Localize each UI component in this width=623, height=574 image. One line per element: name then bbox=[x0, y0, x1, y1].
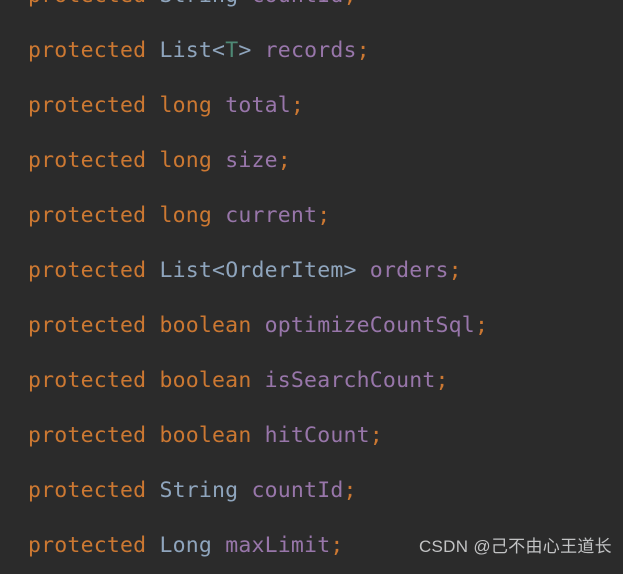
code-token-generic_param: T bbox=[225, 38, 239, 63]
code-token-keyword: protected bbox=[28, 368, 147, 393]
csdn-watermark: CSDN @己不由心王道长 bbox=[418, 537, 612, 556]
code-token-punctuation: ; bbox=[343, 478, 357, 503]
code-token-keyword: protected bbox=[28, 533, 147, 558]
code-token-keyword: protected bbox=[28, 258, 147, 283]
code-token-keyword: protected bbox=[28, 478, 147, 503]
code-token-keyword: protected bbox=[28, 313, 147, 338]
code-token-field: isSearchCount bbox=[264, 368, 436, 393]
code-editor-area[interactable]: protected String countId;protected List<… bbox=[0, 0, 623, 574]
code-token-keyword: boolean bbox=[159, 313, 252, 338]
code-token-field: size bbox=[225, 148, 278, 173]
code-token-keyword: protected bbox=[28, 93, 147, 118]
code-line[interactable]: protected List<OrderItem> orders; bbox=[28, 258, 462, 284]
code-token-angle: > bbox=[343, 258, 357, 283]
code-token-keyword: protected bbox=[28, 148, 147, 173]
code-token-keyword: protected bbox=[28, 203, 147, 228]
code-line[interactable]: protected String countId; bbox=[28, 0, 357, 9]
code-token-keyword: protected bbox=[28, 38, 147, 63]
code-token-keyword: long bbox=[159, 203, 213, 228]
code-token-punctuation: ; bbox=[369, 423, 383, 448]
code-token-keyword: boolean bbox=[159, 368, 252, 393]
code-token-type: OrderItem bbox=[225, 258, 344, 283]
code-token-field: orders bbox=[369, 258, 449, 283]
code-token-punctuation: ; bbox=[290, 93, 305, 118]
code-token-keyword: protected bbox=[28, 0, 146, 8]
code-token-type: List bbox=[159, 258, 213, 283]
code-token-angle: < bbox=[212, 258, 226, 283]
code-line[interactable]: protected Long maxLimit; bbox=[28, 533, 344, 559]
code-token-punctuation: ; bbox=[330, 533, 344, 558]
code-token-angle: < bbox=[212, 38, 226, 63]
code-token-angle: > bbox=[238, 38, 252, 63]
code-token-punctuation: ; bbox=[317, 203, 331, 228]
code-token-punctuation: ; bbox=[474, 313, 489, 338]
code-line[interactable]: protected boolean hitCount; bbox=[28, 423, 383, 449]
code-token-field: current bbox=[225, 203, 318, 228]
code-token-field: records bbox=[264, 38, 357, 63]
code-token-punctuation: ; bbox=[448, 258, 462, 283]
code-token-field: hitCount bbox=[264, 423, 370, 448]
code-line[interactable]: protected long size; bbox=[28, 148, 291, 174]
code-token-keyword: boolean bbox=[159, 423, 252, 448]
code-line[interactable]: protected String countId; bbox=[28, 478, 357, 504]
code-token-keyword: long bbox=[159, 148, 213, 173]
code-token-field: maxLimit bbox=[225, 533, 331, 558]
code-token-punctuation: ; bbox=[356, 38, 370, 63]
code-line[interactable]: protected long current; bbox=[28, 203, 330, 229]
code-token-type: Long bbox=[159, 533, 213, 558]
code-line[interactable]: protected boolean optimizeCountSql; bbox=[28, 313, 488, 339]
code-token-type: List bbox=[159, 38, 213, 63]
code-token-field: countId bbox=[251, 478, 344, 503]
code-token-field: countId bbox=[251, 0, 343, 8]
code-line[interactable]: protected List<T> records; bbox=[28, 38, 370, 64]
code-token-keyword: protected bbox=[28, 423, 147, 448]
code-token-punctuation: ; bbox=[435, 368, 449, 393]
code-token-field: total bbox=[225, 93, 291, 118]
code-token-keyword: long bbox=[159, 93, 213, 118]
code-screenshot: protected String countId;protected List<… bbox=[0, 0, 623, 574]
code-token-type: String bbox=[159, 0, 238, 8]
code-line[interactable]: protected boolean isSearchCount; bbox=[28, 368, 449, 394]
code-line[interactable]: protected long total; bbox=[28, 93, 304, 119]
code-token-field: optimizeCountSql bbox=[264, 313, 475, 338]
code-token-punctuation: ; bbox=[344, 0, 357, 8]
code-token-punctuation: ; bbox=[277, 148, 291, 173]
code-token-type: String bbox=[159, 478, 239, 503]
